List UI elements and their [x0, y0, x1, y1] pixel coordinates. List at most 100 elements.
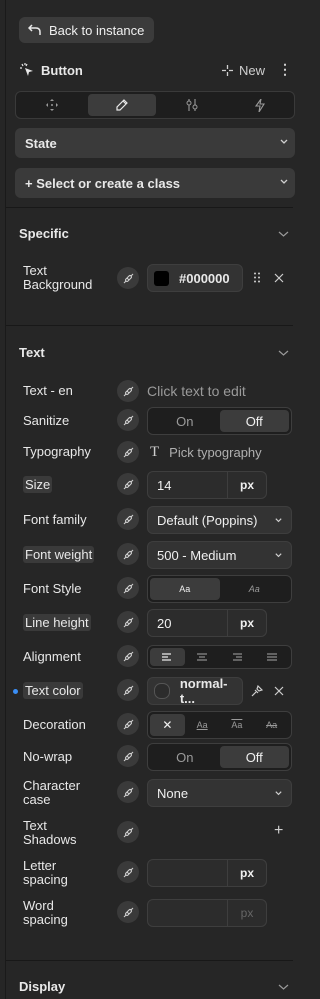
- chevron-down-icon: [274, 551, 283, 560]
- chevron-down-icon[interactable]: [278, 982, 289, 992]
- unlink-icon[interactable]: [117, 577, 139, 599]
- chevron-down-icon[interactable]: [278, 348, 289, 358]
- text-background-color-field[interactable]: #000000: [147, 264, 243, 292]
- unlink-icon[interactable]: [117, 901, 139, 923]
- no-wrap-off-option[interactable]: Off: [219, 746, 289, 768]
- divider: [6, 207, 293, 208]
- text-color-value: normal-t...: [179, 676, 228, 706]
- add-text-shadow-button[interactable]: +: [274, 823, 283, 839]
- element-name: Button: [41, 63, 83, 78]
- font-weight-dropdown[interactable]: 500 - Medium: [147, 541, 292, 569]
- text-en-edit-field[interactable]: Click text to edit: [147, 383, 246, 399]
- unlink-icon[interactable]: [117, 745, 139, 767]
- align-left-icon[interactable]: [150, 648, 185, 666]
- letter-spacing-label: Letter spacing: [23, 858, 68, 887]
- word-spacing-label: Word spacing: [23, 898, 68, 927]
- cursor-click-icon: [20, 63, 34, 77]
- word-spacing-unit-selector[interactable]: px: [227, 900, 266, 926]
- decoration-toggle: ✕ Aa Aa Aa: [147, 711, 292, 739]
- move-icon: [46, 99, 58, 111]
- line-height-value: 20: [157, 615, 172, 631]
- no-wrap-on-option[interactable]: On: [150, 746, 220, 768]
- unlink-icon[interactable]: [117, 679, 139, 701]
- size-value: 14: [157, 477, 172, 493]
- unlink-icon[interactable]: [117, 508, 139, 530]
- sanitize-off-option[interactable]: Off: [219, 410, 289, 432]
- text-background-label: Text Background: [23, 263, 93, 292]
- line-height-unit-selector[interactable]: px: [227, 610, 266, 636]
- sliders-icon: [186, 99, 198, 111]
- decoration-underline-option[interactable]: Aa: [185, 714, 220, 736]
- text-color-field[interactable]: normal-t...: [147, 676, 243, 706]
- character-case-value: None: [157, 785, 189, 801]
- size-input[interactable]: 14 px: [147, 471, 267, 499]
- more-options-icon[interactable]: ⋮: [278, 61, 292, 78]
- section-title-text[interactable]: Text: [19, 345, 45, 360]
- align-center-icon[interactable]: [185, 646, 220, 668]
- unlink-icon[interactable]: [117, 821, 139, 843]
- sanitize-toggle: On Off: [147, 407, 292, 435]
- divider: [6, 325, 293, 326]
- unlink-icon[interactable]: [117, 543, 139, 565]
- align-right-icon[interactable]: [220, 646, 255, 668]
- unlink-icon[interactable]: [117, 781, 139, 803]
- tab-settings[interactable]: [158, 94, 226, 116]
- decoration-overline-option[interactable]: Aa: [220, 714, 255, 736]
- decoration-none-option[interactable]: ✕: [150, 714, 185, 736]
- size-unit-selector[interactable]: px: [227, 472, 266, 498]
- class-selector-label: + Select or create a class: [25, 175, 181, 191]
- back-to-instance-button[interactable]: Back to instance: [19, 17, 155, 43]
- letter-spacing-input[interactable]: px: [147, 859, 267, 887]
- font-style-label: Font Style: [23, 581, 82, 596]
- color-swatch: [154, 270, 169, 286]
- font-style-italic-option[interactable]: Aa: [220, 578, 290, 600]
- text-en-label: Text - en: [23, 383, 73, 398]
- font-style-normal-option[interactable]: Aa: [150, 578, 220, 600]
- class-selector[interactable]: + Select or create a class: [15, 168, 295, 198]
- unlink-icon[interactable]: [117, 713, 139, 735]
- close-icon[interactable]: [274, 686, 284, 696]
- unlink-icon[interactable]: [117, 441, 139, 463]
- return-arrow-icon: [28, 24, 42, 36]
- section-title-specific[interactable]: Specific: [19, 226, 69, 241]
- color-swatch: [154, 683, 170, 699]
- unlink-icon[interactable]: [117, 861, 139, 883]
- chevron-down-icon: [274, 789, 283, 798]
- unlink-icon[interactable]: [117, 473, 139, 495]
- unlink-icon[interactable]: [117, 611, 139, 633]
- new-class-button[interactable]: New: [222, 63, 265, 78]
- typography-icon: T: [150, 444, 160, 460]
- font-family-label: Font family: [23, 512, 87, 527]
- no-wrap-label: No-wrap: [23, 749, 73, 764]
- new-label: New: [239, 63, 266, 78]
- section-title-display[interactable]: Display: [19, 979, 65, 994]
- decoration-label: Decoration: [23, 717, 86, 732]
- word-spacing-input[interactable]: px: [147, 899, 267, 927]
- chevron-down-icon: [279, 137, 289, 147]
- unlink-icon[interactable]: [117, 380, 139, 402]
- tab-interactions[interactable]: [226, 94, 294, 116]
- unlink-icon[interactable]: [117, 645, 139, 667]
- chevron-down-icon[interactable]: [278, 229, 289, 239]
- character-case-label: Character case: [23, 778, 81, 807]
- font-family-dropdown[interactable]: Default (Poppins): [147, 506, 292, 534]
- line-height-input[interactable]: 20 px: [147, 609, 267, 637]
- typography-picker[interactable]: T Pick typography: [150, 444, 262, 461]
- character-case-dropdown[interactable]: None: [147, 779, 292, 807]
- unlink-icon[interactable]: [117, 267, 139, 289]
- drag-handle-icon[interactable]: [253, 272, 261, 283]
- divider: [6, 960, 293, 961]
- unlink-icon[interactable]: [117, 409, 139, 431]
- element-header: Button New ⋮: [6, 58, 293, 84]
- align-justify-icon[interactable]: [254, 646, 289, 668]
- link-variable-icon[interactable]: [251, 685, 263, 697]
- sanitize-on-option[interactable]: On: [150, 410, 220, 432]
- tab-layout[interactable]: [18, 94, 86, 116]
- decoration-strikethrough-option[interactable]: Aa: [254, 714, 289, 736]
- close-icon[interactable]: [274, 273, 284, 283]
- state-dropdown[interactable]: State: [15, 128, 295, 158]
- text-shadows-label: Text Shadows: [23, 818, 77, 847]
- tab-style[interactable]: [88, 94, 156, 116]
- style-panel: Back to instance Button New ⋮ State + Se…: [5, 0, 295, 999]
- letter-spacing-unit-selector[interactable]: px: [227, 860, 266, 886]
